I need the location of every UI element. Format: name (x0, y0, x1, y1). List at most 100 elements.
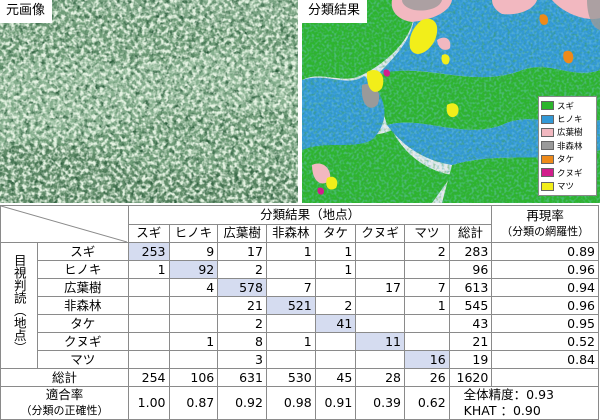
col-header-nonforest: 非森林 (265, 223, 316, 243)
matrix-cell (314, 278, 357, 297)
matrix-cell: 1 (404, 296, 450, 315)
legend-swatch (541, 168, 554, 178)
table-row: タケ 2 41 43 0.95 (1, 314, 599, 333)
matrix-cell: 17 (217, 242, 267, 261)
recall-cell: 0.52 (491, 332, 599, 351)
row-total-cell: 613 (448, 278, 493, 297)
matrix-cell (168, 314, 219, 333)
matrix-cell: 253 (127, 242, 170, 261)
matrix-cell: 41 (314, 314, 357, 333)
table-row: マツ 3 16 19 0.84 (1, 350, 599, 369)
row-label-sugi: スギ (36, 242, 129, 261)
col-header-total: 総計 (448, 223, 493, 243)
table-row: 目視判読（地点） スギ 253 9 17 1 1 2 283 0.89 (0, 242, 599, 369)
matrix-cell: 7 (404, 278, 450, 297)
col-header-sugi: スギ (127, 223, 170, 243)
table-row: 広葉樹 4 578 7 17 7 613 0.94 (1, 278, 599, 297)
matrix-cell: 16 (404, 350, 450, 369)
matrix-cell (265, 260, 316, 279)
recall-cell: 0.95 (491, 314, 599, 333)
total-cell: 530 (265, 368, 316, 387)
row-label-broadleaf: 広葉樹 (36, 278, 129, 297)
matrix-cell: 3 (217, 350, 267, 369)
matrix-cell: 521 (265, 296, 316, 315)
matrix-cell (265, 350, 316, 369)
matrix-cell: 7 (265, 278, 316, 297)
precision-row: 適合率 （分類の正確性） 1.00 0.87 0.92 0.98 0.91 0.… (0, 386, 600, 420)
legend-swatch (541, 141, 554, 151)
legend-swatch (541, 114, 554, 124)
table-row: クヌギ 1 8 1 11 21 0.52 (1, 332, 599, 351)
matrix-cell (127, 278, 170, 297)
accuracy-summary: 全体精度：0.93 KHAT ：0.90 (448, 386, 600, 420)
matrix-cell (127, 314, 170, 333)
col-header-bamboo: タケ (314, 223, 357, 243)
matrix-cell: 578 (217, 278, 267, 297)
matrix-cell (355, 296, 405, 315)
legend-item-bamboo: タケ (541, 153, 596, 166)
matrix-cell: 9 (168, 242, 219, 261)
matrix-cell: 1 (265, 332, 316, 351)
row-label-nonforest: 非森林 (36, 296, 129, 315)
matrix-cell (168, 350, 219, 369)
matrix-cell: 1 (168, 332, 219, 351)
matrix-cell: 17 (355, 278, 405, 297)
precision-cell: 0.39 (355, 386, 405, 420)
recall-cell: 0.89 (491, 242, 599, 261)
matrix-cell (355, 260, 405, 279)
col-header-hinoki: ヒノキ (168, 223, 219, 243)
matrix-cell (127, 296, 170, 315)
row-label-hinoki: ヒノキ (36, 260, 129, 279)
legend-item-pine: マツ (541, 179, 596, 192)
matrix-cell: 1 (265, 242, 316, 261)
matrix-cell: 92 (168, 260, 219, 279)
row-label-pine: マツ (36, 350, 129, 369)
matrix-cell (314, 332, 357, 351)
table-row: ヒノキ 1 92 2 1 96 0.96 (1, 260, 599, 279)
matrix-cell (127, 350, 170, 369)
empty-cell (491, 368, 599, 387)
matrix-cell: 2 (404, 242, 450, 261)
row-total-cell: 19 (448, 350, 493, 369)
row-label-bamboo: タケ (36, 314, 129, 333)
header-group-classification: 分類結果（地点） (127, 205, 493, 225)
legend-item-sugi: スギ (541, 99, 596, 112)
matrix-cell: 1 (314, 242, 357, 261)
total-row: 総計 254 106 631 530 45 28 26 1620 (0, 368, 599, 387)
legend-item-hinoki: ヒノキ (541, 112, 596, 125)
total-cell: 28 (355, 368, 405, 387)
precision-label: 適合率 （分類の正確性） (0, 386, 129, 420)
matrix-cell: 1 (314, 260, 357, 279)
matrix-cell: 1 (127, 260, 170, 279)
matrix-cell (127, 332, 170, 351)
matrix-cell (168, 296, 219, 315)
precision-cell: 0.62 (404, 386, 450, 420)
table-row: 非森林 21 521 2 1 545 0.96 (1, 296, 599, 315)
col-header-kunugi: クヌギ (355, 223, 405, 243)
total-cell: 254 (127, 368, 170, 387)
total-cell: 45 (314, 368, 357, 387)
map-legend: スギ ヒノキ 広葉樹 非森林 タケ クヌギ マツ (538, 96, 597, 196)
matrix-cell: 2 (314, 296, 357, 315)
col-header-broadleaf: 広葉樹 (217, 223, 267, 243)
classification-result-title: 分類結果 (302, 0, 368, 23)
row-total-cell: 545 (448, 296, 493, 315)
total-cell: 631 (217, 368, 267, 387)
total-row-label: 総計 (0, 368, 129, 387)
precision-cell: 0.98 (265, 386, 316, 420)
matrix-cell (404, 332, 450, 351)
precision-cell: 0.92 (217, 386, 267, 420)
row-total-cell: 21 (448, 332, 493, 351)
aerial-photo (0, 0, 298, 203)
overall-accuracy: 全体精度：0.93 (463, 387, 554, 403)
legend-item-nonforest: 非森林 (541, 139, 596, 152)
precision-cell: 1.00 (127, 386, 170, 420)
legend-swatch (541, 127, 554, 137)
row-total-cell: 96 (448, 260, 493, 279)
matrix-cell (314, 350, 357, 369)
row-label-kunugi: クヌギ (36, 332, 129, 351)
matrix-cell (404, 260, 450, 279)
legend-swatch (541, 154, 554, 164)
khat-value: KHAT ：0.90 (463, 403, 541, 418)
recall-cell: 0.96 (491, 296, 599, 315)
